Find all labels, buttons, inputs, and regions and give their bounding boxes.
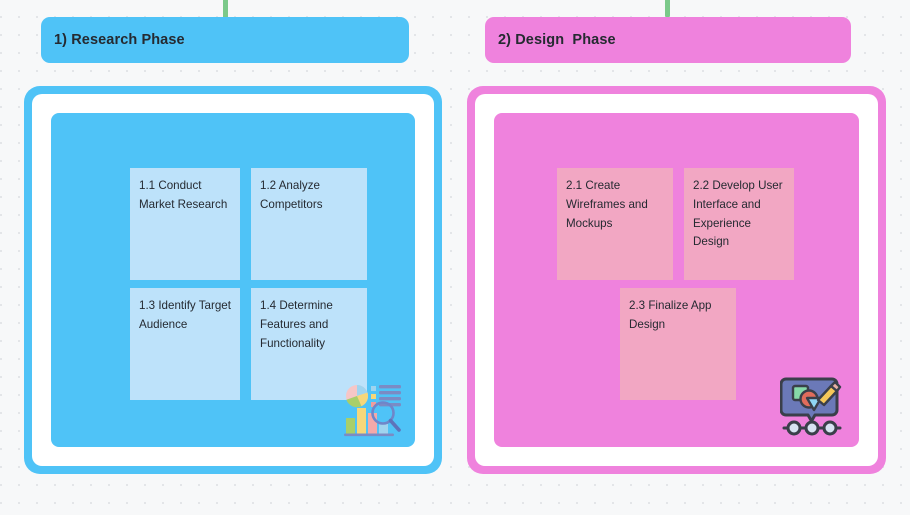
connector-line-design [665, 0, 670, 18]
phase-header-design[interactable]: 2) Design Phase [485, 17, 851, 63]
sticky-note[interactable]: 1.1 Conduct Market Research [130, 168, 240, 280]
sticky-note[interactable]: 2.3 Finalize App Design [620, 288, 736, 400]
task-group-design[interactable]: 2.1 Create Wireframes and Mockups 2.2 De… [494, 113, 859, 447]
design-tools-icon [780, 377, 842, 436]
phase-header-research[interactable]: 1) Research Phase [41, 17, 409, 63]
phase-card-research[interactable]: 1.1 Conduct Market Research 1.2 Analyze … [24, 86, 442, 474]
sticky-note[interactable]: 2.1 Create Wireframes and Mockups [557, 168, 673, 280]
flowchart-board: 1) Research Phase 2) Design Phase 1.1 Co… [0, 0, 910, 515]
phase-card-inner-research: 1.1 Conduct Market Research 1.2 Analyze … [32, 94, 434, 466]
sticky-note[interactable]: 1.3 Identify Target Audience [130, 288, 240, 400]
phase-card-design[interactable]: 2.1 Create Wireframes and Mockups 2.2 De… [467, 86, 886, 474]
note-grid-research: 1.1 Conduct Market Research 1.2 Analyze … [130, 168, 372, 400]
note-grid-design: 2.1 Create Wireframes and Mockups 2.2 De… [557, 168, 804, 400]
phase-card-inner-design: 2.1 Create Wireframes and Mockups 2.2 De… [475, 94, 878, 466]
sticky-note[interactable]: 2.2 Develop User Interface and Experienc… [684, 168, 794, 280]
sticky-note[interactable]: 1.2 Analyze Competitors [251, 168, 367, 280]
market-research-icon [344, 385, 401, 437]
task-group-research[interactable]: 1.1 Conduct Market Research 1.2 Analyze … [51, 113, 415, 447]
